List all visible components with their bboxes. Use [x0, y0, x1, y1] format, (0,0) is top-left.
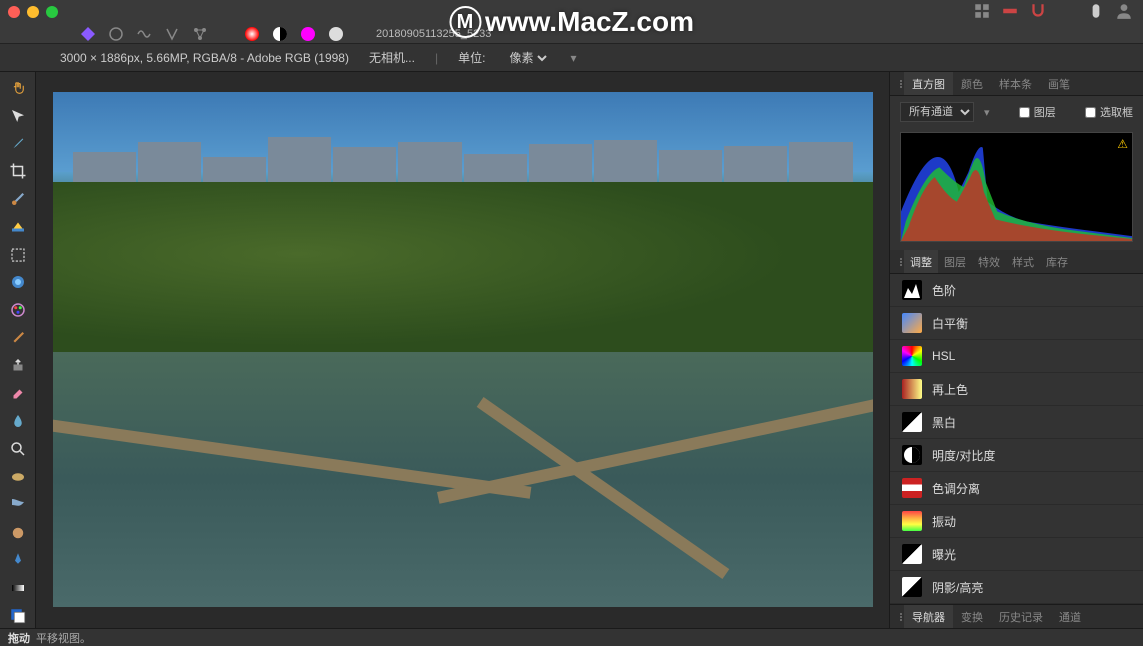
grid-icon[interactable]	[973, 2, 991, 20]
adjustment-shadows[interactable]: 阴影/高亮	[890, 571, 1143, 604]
crop-tool[interactable]	[4, 159, 32, 183]
context-toolbar: 3000 × 1886px, 5.66MP, RGBA/8 - Adobe RG…	[0, 44, 1143, 72]
hand-tool[interactable]	[4, 76, 32, 100]
unit-label: 单位:	[458, 49, 485, 66]
selection-checkbox[interactable]: 选取框	[1085, 104, 1133, 120]
tab-navigator[interactable]: 导航器	[904, 605, 953, 628]
tab-color[interactable]: 颜色	[953, 72, 991, 95]
top-toolbar: 20180905113255_5233	[0, 24, 1143, 44]
persona-export-icon[interactable]	[192, 26, 208, 42]
maximize-button[interactable]	[46, 6, 58, 18]
account-icon[interactable]	[1115, 2, 1133, 20]
whitebalance-icon	[902, 313, 922, 333]
eyedropper-tool[interactable]	[4, 132, 32, 156]
tab-styles[interactable]: 样式	[1006, 250, 1040, 273]
move-tool[interactable]	[4, 104, 32, 128]
tab-histogram[interactable]: 直方图	[904, 72, 953, 95]
tab-channels[interactable]: 通道	[1051, 605, 1089, 628]
hue-icon[interactable]	[300, 26, 316, 42]
recolor-icon	[902, 379, 922, 399]
adjustment-levels[interactable]: 色阶	[890, 274, 1143, 307]
minimize-button[interactable]	[27, 6, 39, 18]
navigator-tabs: 导航器 变换 历史记录 通道	[890, 604, 1143, 628]
adjustment-vibrance[interactable]: 振动	[890, 505, 1143, 538]
tab-adjustments[interactable]: 调整	[904, 250, 938, 273]
sponge-tool[interactable]	[4, 465, 32, 489]
window-controls	[8, 6, 58, 18]
studio-panel: 直方图 颜色 样本条 画笔 所有通道 ▾ 图层 选取框 ⚠ 调整 图层 特效 样…	[889, 72, 1143, 628]
paint-tool[interactable]	[4, 298, 32, 322]
marquee-tool[interactable]	[4, 243, 32, 267]
persona-develop-icon[interactable]	[136, 26, 152, 42]
camera-info[interactable]: 无相机...	[369, 49, 415, 66]
brush-tool[interactable]	[4, 187, 32, 211]
pen-tool[interactable]	[4, 549, 32, 573]
close-button[interactable]	[8, 6, 20, 18]
tab-transform[interactable]: 变换	[953, 605, 991, 628]
contrast-icon[interactable]	[272, 26, 288, 42]
adjustment-exposure[interactable]: 曝光	[890, 538, 1143, 571]
status-bar: 拖动 平移视图。	[0, 628, 1143, 646]
unit-select[interactable]: 像素	[505, 50, 550, 66]
canvas-viewport[interactable]	[36, 72, 889, 628]
adjustments-tabs: 调整 图层 特效 样式 库存	[890, 250, 1143, 274]
tab-layers[interactable]: 图层	[938, 250, 972, 273]
persona-tone-icon[interactable]	[164, 26, 180, 42]
status-tool-name: 拖动	[8, 630, 30, 646]
blur-tool[interactable]	[4, 521, 32, 545]
align-icon[interactable]	[1001, 2, 1019, 20]
adjustments-list: 色阶 白平衡 HSL 再上色 黑白	[890, 274, 1143, 604]
brightness-icon	[902, 445, 922, 465]
posterize-icon	[902, 478, 922, 498]
tab-history[interactable]: 历史记录	[991, 605, 1051, 628]
persona-liquify-icon[interactable]	[108, 26, 124, 42]
bw-icon	[902, 412, 922, 432]
tab-swatches[interactable]: 样本条	[991, 72, 1040, 95]
redeye-tool[interactable]	[4, 493, 32, 517]
clone-tool[interactable]	[4, 354, 32, 378]
histogram-display: ⚠	[900, 132, 1133, 242]
image-info: 3000 × 1886px, 5.66MP, RGBA/8 - Adobe RG…	[60, 51, 349, 65]
shadows-icon	[902, 577, 922, 597]
healing-tool[interactable]	[4, 326, 32, 350]
adjustment-hsl[interactable]: HSL	[890, 340, 1143, 373]
histogram-tabs: 直方图 颜色 样本条 画笔	[890, 72, 1143, 96]
tools-panel	[0, 72, 36, 628]
document-canvas[interactable]	[53, 92, 873, 607]
layer-checkbox[interactable]: 图层	[1019, 104, 1056, 120]
adjustment-recolor[interactable]: 再上色	[890, 373, 1143, 406]
tab-effects[interactable]: 特效	[972, 250, 1006, 273]
color-wheel-icon[interactable]	[244, 26, 260, 42]
snap-icon[interactable]	[1029, 2, 1047, 20]
adjustment-brightness[interactable]: 明度/对比度	[890, 439, 1143, 472]
warning-icon: ⚠	[1117, 137, 1128, 151]
adjustment-posterize[interactable]: 色调分离	[890, 472, 1143, 505]
adjustment-bw[interactable]: 黑白	[890, 406, 1143, 439]
titlebar	[0, 0, 1143, 24]
channel-select[interactable]: 所有通道	[900, 102, 974, 122]
levels-icon	[902, 280, 922, 300]
histogram-controls: 所有通道 ▾ 图层 选取框	[890, 96, 1143, 128]
color-swatch[interactable]	[4, 604, 32, 628]
adjustment-whitebalance[interactable]: 白平衡	[890, 307, 1143, 340]
vibrance-icon	[902, 511, 922, 531]
document-filename: 20180905113255_5233	[376, 28, 491, 40]
flood-tool[interactable]	[4, 215, 32, 239]
status-hint: 平移视图。	[36, 630, 91, 646]
tab-brushes[interactable]: 画笔	[1040, 72, 1078, 95]
gradient-tool[interactable]	[4, 576, 32, 600]
eraser-tool[interactable]	[4, 382, 32, 406]
luminosity-icon[interactable]	[328, 26, 344, 42]
tab-stock[interactable]: 库存	[1040, 250, 1074, 273]
smudge-tool[interactable]	[4, 410, 32, 434]
flood-select-tool[interactable]	[4, 271, 32, 295]
dodge-tool[interactable]	[4, 437, 32, 461]
assistant-icon[interactable]	[1087, 2, 1105, 20]
persona-photo-icon[interactable]	[80, 26, 96, 42]
exposure-icon	[902, 544, 922, 564]
hsl-icon	[902, 346, 922, 366]
